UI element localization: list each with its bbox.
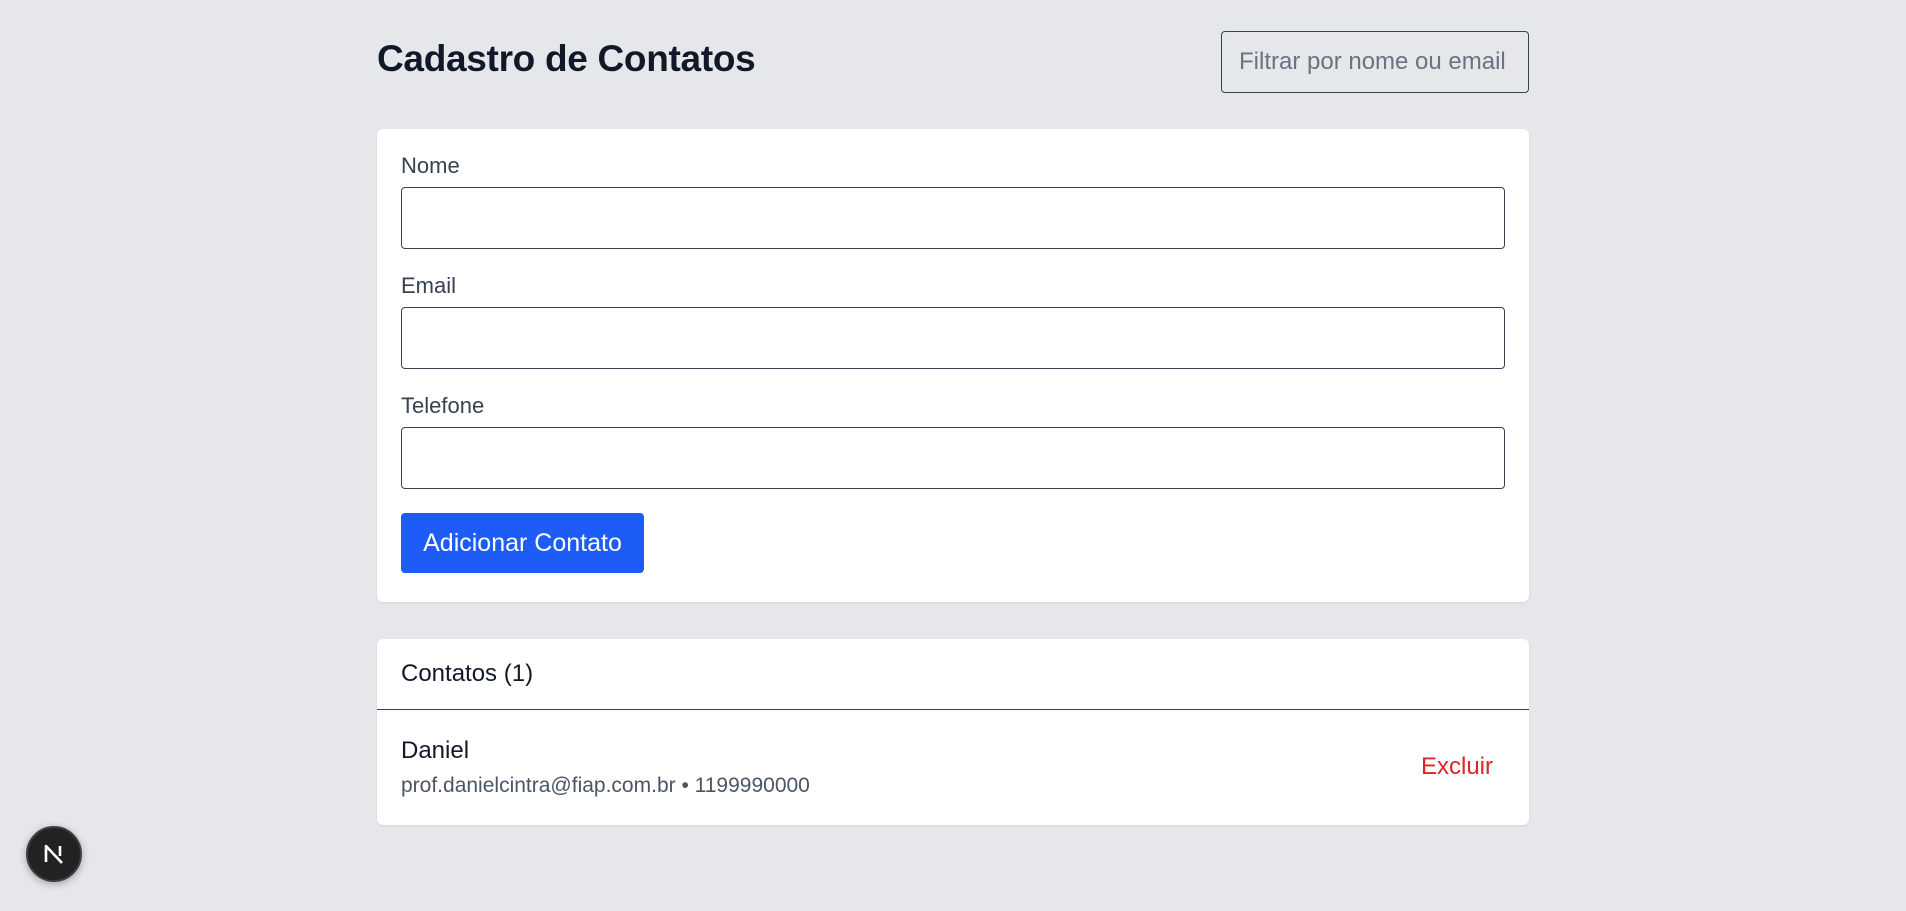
- contact-name: Daniel: [401, 737, 470, 764]
- list-item: Daniel prof.danielcintra@fiap.com.br • 1…: [377, 710, 1529, 825]
- page-title: Cadastro de Contatos: [377, 38, 756, 79]
- page-header: Cadastro de Contatos: [377, 0, 1529, 128]
- name-field[interactable]: [401, 187, 1505, 249]
- contact-details: prof.danielcintra@fiap.com.br • 11999900…: [401, 774, 810, 797]
- nextjs-dev-badge[interactable]: [26, 826, 82, 882]
- contacts-list: Contatos (1) Daniel prof.danielcintra@fi…: [377, 639, 1529, 825]
- contact-form: Nome Email Telefone Adicionar Contato: [377, 129, 1529, 602]
- contacts-list-header: Contatos (1): [377, 639, 1529, 710]
- contacts-count-title: Contatos (1): [401, 660, 534, 687]
- email-label: Email: [401, 273, 457, 298]
- phone-label: Telefone: [401, 393, 485, 418]
- add-contact-button[interactable]: Adicionar Contato: [401, 513, 644, 573]
- phone-field[interactable]: [401, 427, 1505, 489]
- app-container: Cadastro de Contatos Nome Email Telefone…: [377, 0, 1529, 825]
- email-field[interactable]: [401, 307, 1505, 369]
- filter-input[interactable]: [1221, 31, 1529, 93]
- name-label: Nome: [401, 153, 460, 178]
- delete-contact-button[interactable]: Excluir: [1421, 753, 1493, 781]
- nextjs-icon: [44, 844, 63, 864]
